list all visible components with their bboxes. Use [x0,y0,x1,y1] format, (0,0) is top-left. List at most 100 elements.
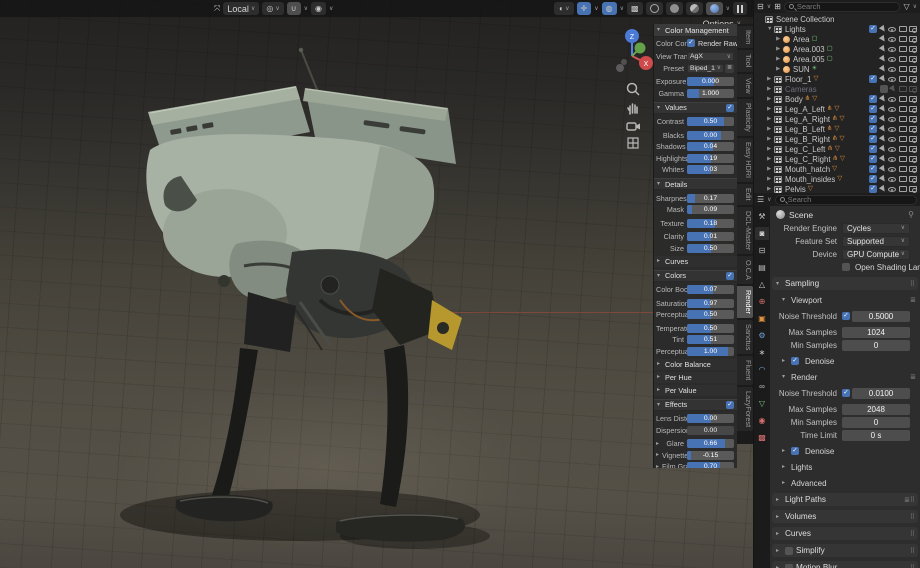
data-icon[interactable]: ▽ [755,397,769,410]
selectable-toggle[interactable] [878,95,886,103]
value-min-samples[interactable]: 0 [842,340,910,351]
disable-render-toggle[interactable] [909,146,917,152]
panel-volumes[interactable]: ▸Volumes⠿ [772,510,918,523]
checkbox[interactable] [842,389,850,397]
visibility-icon[interactable]: ◖∨ [554,2,573,15]
scene-icon[interactable]: △ [755,278,769,291]
tab-view[interactable]: View [737,74,753,98]
section-details[interactable]: ▾Details [654,178,737,190]
tab-tool[interactable]: Tool [737,50,753,71]
shading-dropdown[interactable]: ∨ [726,6,730,12]
chevron-right-icon[interactable]: ▶ [767,106,774,112]
selectable-toggle[interactable] [878,185,886,193]
checkbox[interactable] [869,115,877,123]
chevron-right-icon[interactable]: ▶ [776,46,783,52]
disable-viewport-toggle[interactable] [899,56,907,62]
disable-render-toggle[interactable] [909,116,917,122]
editor-type-dropdown[interactable]: ∨ [767,197,771,203]
tab-dcl-master[interactable]: DCL-Master [737,207,753,254]
chevron-right-icon[interactable]: ▶ [767,76,774,82]
chevron-right-icon[interactable]: ▶ [767,186,774,192]
panel-sampling[interactable]: ▾Sampling⠿ [772,277,918,290]
slider-tint[interactable]: 0.51 [687,335,734,344]
disable-render-toggle[interactable] [909,176,917,182]
hide-viewport-toggle[interactable] [888,137,896,142]
disable-render-toggle[interactable] [909,166,917,172]
checkbox[interactable] [869,145,877,153]
navigation-gizmo[interactable]: Z X [606,26,654,78]
checkbox[interactable] [842,312,850,320]
disable-render-toggle[interactable] [909,126,917,132]
toggle-denoise[interactable]: ▸Denoise [770,445,920,457]
snap-magnet-toggle[interactable]: ∪ [287,2,301,15]
disable-render-toggle[interactable] [909,56,917,62]
orientation-icon[interactable]: ⤧ [214,5,220,13]
transform-orientation-dropdown[interactable]: Local ∨ [223,2,259,15]
world-icon[interactable]: ⊕ [755,295,769,308]
xray-icon[interactable]: ▩ [627,2,643,15]
chevron-right-icon[interactable]: ▶ [767,156,774,162]
chevron-right-icon[interactable]: ▶ [767,146,774,152]
display-mode-dropdown[interactable]: ∨ [767,4,771,10]
selectable-toggle[interactable] [878,155,886,163]
dropdown-device[interactable]: GPU Compute∨ [842,249,910,260]
hide-viewport-toggle[interactable] [888,167,896,172]
outliner-row-leg-b-right[interactable]: ▶Leg_B_Right⋔▽ [754,134,920,144]
outliner-row-leg-c-right[interactable]: ▶Leg_C_Right⋔▽ [754,154,920,164]
hide-viewport-toggle[interactable] [888,57,896,62]
shading-wireframe-icon[interactable] [646,2,663,15]
overlays-dropdown[interactable]: ∨ [620,6,624,12]
selectable-toggle[interactable] [878,145,886,153]
pivot-point-dropdown[interactable]: ◎∨ [262,2,283,15]
properties-editor-icon[interactable]: ☰ [757,196,764,204]
selectable-toggle[interactable] [878,125,886,133]
slider-saturation[interactable]: 0.97 [687,299,734,308]
preset-icon[interactable]: ≣ [910,296,916,304]
hide-viewport-toggle[interactable] [888,147,896,152]
object-icon[interactable]: ▣ [755,312,769,325]
checkbox[interactable] [869,175,877,183]
chevron-right-icon[interactable]: ▶ [767,126,774,132]
slider-shadows[interactable]: 0.04 [687,142,734,151]
slider-film-grain[interactable]: 0.70 [687,462,734,468]
selectable-toggle[interactable] [878,115,886,123]
camera-view-icon[interactable] [624,117,642,135]
outliner-row-lights[interactable]: ▼Lights [754,24,920,34]
outliner-row-mouth-hatch[interactable]: ▶Mouth_hatch▽ [754,164,920,174]
hide-viewport-toggle[interactable] [888,37,896,42]
slider-lens-disto-[interactable]: 0.00 [687,414,734,423]
subpanel-viewport[interactable]: ▾Viewport≣ [770,294,920,306]
disable-render-toggle[interactable] [909,86,917,92]
disable-viewport-toggle[interactable] [899,116,907,122]
tab-edit[interactable]: Edit [737,184,753,205]
pin-icon[interactable]: ⚲ [908,210,914,219]
chevron-right-icon[interactable]: ▶ [767,96,774,102]
outliner-row-leg-b-left[interactable]: ▶Leg_B_Left⋔▽ [754,124,920,134]
outliner-row-sun[interactable]: ▶SUN☀ [754,64,920,74]
value-max-samples[interactable]: 1024 [842,327,910,338]
outliner-row-mouth-insides[interactable]: ▶Mouth_insides▽ [754,174,920,184]
disable-viewport-toggle[interactable] [899,156,907,162]
particles-icon[interactable]: ∗ [755,346,769,359]
value-dispersion[interactable]: 0.00 [687,426,734,435]
outliner-row-scene-collection[interactable]: Scene Collection [754,14,920,24]
subpanel-advanced[interactable]: ▸Advanced [770,477,920,489]
selectable-toggle[interactable] [878,25,886,33]
checkbox[interactable] [687,39,695,47]
tab-easy-hdri[interactable]: Easy HDRI [737,138,753,182]
section-values[interactable]: ▾Values [654,102,737,114]
shading-material-icon[interactable] [686,2,703,15]
disable-viewport-toggle[interactable] [899,76,907,82]
preset-icon[interactable]: ≣ [725,64,734,73]
value-noise-threshold[interactable]: 0.0100 [852,388,910,399]
chevron-right-icon[interactable]: ▶ [767,116,774,122]
tab-render[interactable]: Render [737,286,753,318]
hide-viewport-toggle[interactable] [888,67,896,72]
slider-sharpness[interactable]: 0.17 [687,194,734,203]
disable-viewport-toggle[interactable] [899,106,907,112]
ortho-grid-icon[interactable] [624,134,642,152]
panel-motion-blur[interactable]: ▸Motion Blur⠿ [772,561,918,568]
checkbox[interactable] [726,272,734,280]
preset-icon[interactable]: ≣ ⠿ [904,496,914,504]
checkbox[interactable] [869,165,877,173]
